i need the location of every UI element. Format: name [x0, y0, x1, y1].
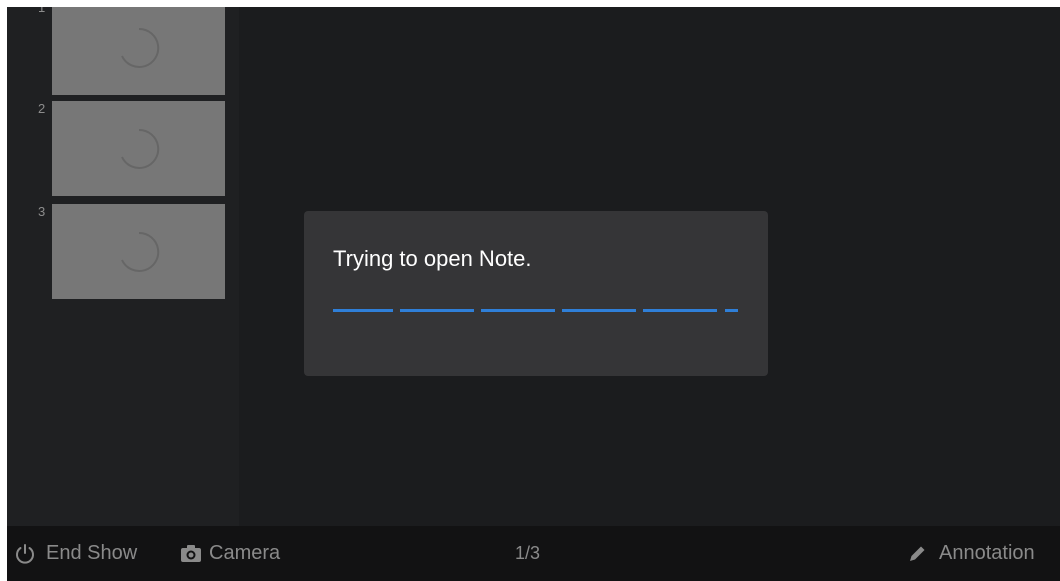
- camera-label: Camera: [209, 542, 281, 564]
- bottom-toolbar: End Show Camera 1/3 Annotation: [7, 526, 1060, 581]
- loading-progress-bar: [333, 309, 739, 312]
- pencil-icon: [910, 546, 925, 561]
- annotation-button[interactable]: Annotation: [907, 526, 1035, 581]
- thumbnail-image[interactable]: [52, 101, 225, 196]
- progress-segment: [400, 309, 474, 312]
- thumbnail-image[interactable]: [52, 204, 225, 299]
- camera-icon: [181, 544, 201, 562]
- page-indicator: 1/3: [515, 543, 541, 563]
- loading-spinner-icon: [120, 27, 159, 68]
- progress-segment: [562, 309, 636, 312]
- progress-segment: [725, 309, 738, 312]
- slide-thumbnail-sidebar: 1 2 3: [7, 7, 239, 526]
- dialog-message: Trying to open Note.: [333, 246, 532, 271]
- slide-number: 2: [38, 101, 46, 116]
- slide-thumbnail-3[interactable]: 3: [7, 204, 239, 304]
- power-icon: [16, 543, 34, 564]
- thumbnail-image[interactable]: [52, 7, 225, 95]
- slide-number: 3: [38, 204, 46, 219]
- loading-spinner-icon: [120, 231, 159, 272]
- slide-thumbnail-1[interactable]: 1: [7, 7, 239, 100]
- slide-number: 1: [38, 7, 46, 15]
- camera-button[interactable]: Camera: [180, 526, 280, 581]
- progress-segment: [643, 309, 717, 312]
- end-show-label: End Show: [46, 542, 138, 564]
- annotation-label: Annotation: [939, 542, 1035, 564]
- presentation-screen: 1 2 3 Trying to open Note. End Show Came…: [7, 7, 1060, 581]
- end-show-button[interactable]: End Show: [14, 526, 137, 581]
- loading-spinner-icon: [120, 128, 159, 169]
- slide-thumbnail-2[interactable]: 2: [7, 101, 239, 201]
- progress-segment: [333, 309, 393, 312]
- loading-dialog: Trying to open Note.: [304, 211, 768, 376]
- progress-segment: [481, 309, 555, 312]
